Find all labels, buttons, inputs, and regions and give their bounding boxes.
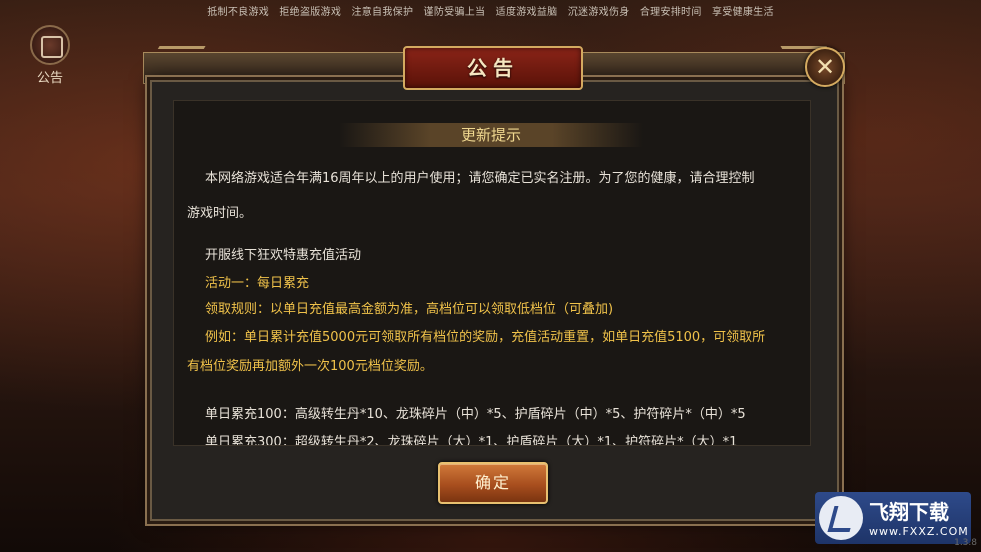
close-icon: ✕: [814, 53, 836, 81]
health-notice: 抵制不良游戏 拒绝盗版游戏 注意自我保护 谨防受骗上当 适度游戏益脑 沉迷游戏伤…: [207, 7, 774, 18]
announcement-icon: [30, 25, 70, 65]
claim-rule: 领取规则：以单日充值最高金额为准，高档位可以领取低档位（可叠加): [205, 302, 614, 317]
watermark-brand: 飞翔下载: [869, 502, 949, 524]
section-header: 更新提示: [339, 123, 643, 147]
announcement-button[interactable]: 公告: [22, 25, 78, 86]
version-label: 1.3.8: [954, 538, 977, 548]
activity-one: 活动一：每日累充: [205, 276, 310, 291]
event-title: 开服线下狂欢特惠充值活动: [205, 248, 362, 263]
example-line: 有档位奖励再加额外一次100元档位奖励。: [187, 359, 433, 374]
site-logo-icon: [819, 496, 863, 540]
watermark-url: www.FXXZ.COM: [869, 525, 969, 538]
example-line: 例如：单日累计充值5000元可领取所有档位的奖励，充值活动重置，如单日充值510…: [205, 330, 766, 345]
site-watermark: 飞翔下载 www.FXXZ.COM: [815, 492, 971, 544]
dialog-title: 公告: [467, 56, 519, 80]
announcement-label: 公告: [36, 71, 63, 86]
tier-300: 单日累充300：超级转生丹*2、龙珠碎片（大）*1、护盾碎片（大）*1、护符碎片…: [205, 435, 738, 446]
confirm-button[interactable]: 确定: [438, 462, 548, 504]
tier-100: 单日累充100：高级转生丹*10、龙珠碎片（中）*5、护盾碎片（中）*5、护符碎…: [205, 407, 746, 422]
intro-line: 游戏时间。: [187, 206, 253, 221]
announcement-content[interactable]: 更新提示 本网络游戏适合年满16周年以上的用户使用；请您确定已实名注册。为了您的…: [173, 100, 811, 446]
close-button[interactable]: ✕: [805, 47, 845, 87]
dialog-title-plate: 公告: [403, 46, 583, 90]
intro-line: 本网络游戏适合年满16周年以上的用户使用；请您确定已实名注册。为了您的健康，请合…: [205, 171, 755, 186]
